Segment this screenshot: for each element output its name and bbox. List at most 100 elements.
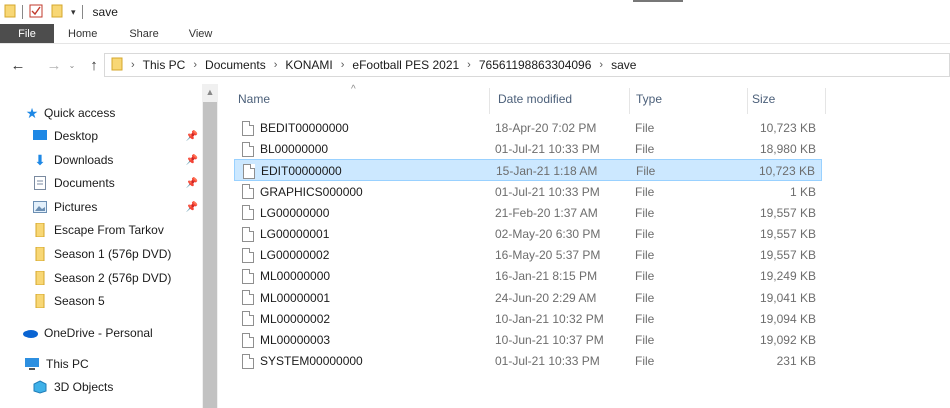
sidebar-item-label: Documents	[54, 176, 115, 190]
file-row[interactable]: LG00000000 21-Feb-20 1:37 AM File 19,557 KB	[234, 202, 822, 224]
file-date-modified: 16-May-20 5:37 PM	[495, 248, 601, 263]
sidebar-item-quick-access[interactable]: ★ Quick access	[24, 102, 226, 124]
tab-view[interactable]: View	[183, 24, 229, 43]
chevron-right-icon[interactable]: ›	[463, 59, 475, 71]
file-row[interactable]: EDIT00000000 15-Jan-21 1:18 AM File 10,723 …	[234, 159, 822, 182]
divider	[81, 5, 83, 19]
file-name: SYSTEM00000000	[260, 354, 363, 369]
scroll-thumb[interactable]	[203, 102, 217, 408]
sidebar-item-escape-from-tarkov[interactable]: Escape From Tarkov	[32, 219, 202, 241]
column-divider[interactable]	[825, 88, 826, 114]
column-header-name[interactable]: Name	[230, 84, 490, 114]
file-row[interactable]: ML00000000 16-Jan-21 8:15 PM File 19,249 KB	[234, 265, 822, 287]
tab-share[interactable]: Share	[119, 24, 182, 43]
file-name: ML00000003	[260, 333, 331, 347]
sidebar-item-partial	[32, 400, 202, 408]
breadcrumb-konami[interactable]: KONAMI	[281, 58, 336, 72]
pictures-icon	[32, 199, 48, 215]
sidebar-item-downloads[interactable]: ⬇ Downloads 📌	[32, 149, 202, 171]
sidebar-item-label: Season 5	[54, 294, 105, 308]
breadcrumb-save[interactable]: save	[607, 58, 640, 72]
scroll-up-icon[interactable]: ▲	[202, 84, 218, 100]
file-date-modified: 15-Jan-21 1:18 AM	[496, 164, 598, 179]
file-row[interactable]: ML00000002 10-Jan-21 10:32 PM File 19,094 K…	[234, 308, 822, 330]
new-folder-icon[interactable]	[51, 4, 63, 21]
sidebar-scrollbar[interactable]: ▲	[202, 84, 218, 408]
column-header-date-modified[interactable]: Date modified	[490, 84, 630, 114]
column-label: Size	[752, 92, 776, 106]
chevron-right-icon[interactable]: ›	[595, 59, 607, 71]
breadcrumb-documents[interactable]: Documents	[201, 58, 270, 72]
file-size: 1 KB	[789, 184, 816, 199]
sidebar-item-desktop[interactable]: Desktop 📌	[32, 125, 202, 147]
file-size: 19,557 KB	[759, 227, 816, 241]
chevron-right-icon[interactable]: ›	[189, 59, 201, 71]
file-type: File	[635, 269, 655, 284]
sidebar-item-season-2[interactable]: Season 2 (576p DVD)	[32, 267, 202, 289]
arrow-right-icon: →	[46, 56, 62, 74]
chevron-right-icon[interactable]: ›	[270, 59, 282, 71]
tab-home[interactable]: Home	[54, 24, 119, 43]
column-label: Date modified	[498, 92, 573, 106]
breadcrumb-efootball[interactable]: eFootball PES 2021	[348, 58, 463, 72]
sidebar-item-season-1[interactable]: Season 1 (576p DVD)	[32, 243, 202, 265]
file-name-cell: BEDIT00000000	[242, 117, 349, 139]
tab-file[interactable]: File	[0, 24, 54, 43]
chevron-right-icon[interactable]: ›	[127, 59, 139, 71]
sidebar-item-documents[interactable]: Documents 📌	[32, 172, 202, 194]
file-icon	[243, 163, 255, 179]
file-row[interactable]: BL00000000 01-Jul-21 10:33 PM File 18,980 K…	[234, 138, 822, 160]
file-row[interactable]: ML00000001 24-Jun-20 2:29 AM File 19,041 KB	[234, 287, 822, 309]
file-name-cell: ML00000000	[242, 265, 330, 287]
recent-locations-button[interactable]: ⌄	[66, 53, 78, 77]
file-row[interactable]: GRAPHICS000000 01-Jul-21 10:33 PM File 1 KB	[234, 181, 822, 203]
chevron-right-icon[interactable]: ›	[337, 59, 349, 71]
sidebar-item-pictures[interactable]: Pictures 📌	[32, 196, 202, 218]
file-row[interactable]: LG00000001 02-May-20 6:30 PM File 19,557 KB	[234, 223, 822, 245]
file-name: LG00000000	[260, 205, 330, 220]
file-name: ML00000000	[260, 269, 331, 284]
file-icon	[242, 184, 254, 200]
breadcrumb-steam-id[interactable]: 76561198863304096	[475, 58, 596, 72]
breadcrumb-this-pc[interactable]: This PC	[139, 58, 190, 72]
arrow-left-icon: ←	[10, 56, 26, 74]
column-label: Name	[238, 92, 271, 106]
file-icon	[242, 205, 254, 221]
file-type: File	[635, 184, 655, 199]
forward-button[interactable]: →	[42, 53, 66, 77]
sidebar-item-this-pc[interactable]: This PC	[24, 353, 202, 375]
properties-icon[interactable]	[29, 4, 43, 21]
sidebar-item-season-5[interactable]: Season 5	[32, 290, 202, 312]
file-name: LG00000002	[260, 248, 330, 263]
file-icon	[242, 353, 254, 369]
folder-icon	[32, 246, 48, 262]
folder-icon	[4, 4, 16, 21]
divider	[22, 5, 23, 19]
pin-icon: 📌	[185, 201, 198, 213]
file-name-cell: ML00000001	[242, 287, 330, 309]
file-name-cell: EDIT00000000	[243, 160, 342, 182]
sidebar-item-label: Quick access	[44, 106, 116, 120]
downloads-icon: ⬇	[34, 151, 46, 168]
file-row[interactable]: ML00000003 10-Jun-21 10:37 PM File 19,092 K…	[234, 329, 822, 351]
file-date-modified: 24-Jun-20 2:29 AM	[495, 290, 597, 305]
cloud-icon	[22, 325, 38, 341]
file-row[interactable]: LG00000002 16-May-20 5:37 PM File 19,557 KB	[234, 244, 822, 266]
sidebar-item-onedrive[interactable]: OneDrive - Personal	[22, 322, 202, 344]
file-row[interactable]: BEDIT00000000 18-Apr-20 7:02 PM File 10,723…	[234, 117, 822, 139]
file-type: File	[635, 354, 655, 369]
computer-icon	[24, 356, 40, 372]
back-button[interactable]: ←	[6, 53, 30, 77]
file-date-modified: 01-Jul-21 10:33 PM	[495, 354, 600, 369]
file-row[interactable]: SYSTEM00000000 01-Jul-21 10:33 PM File 231 …	[234, 350, 822, 372]
up-button[interactable]: ↑	[82, 53, 106, 77]
file-size: 19,092 KB	[759, 333, 816, 347]
file-name: LG00000001	[260, 227, 330, 241]
address-bar[interactable]: › This PC › Documents › KONAMI › eFootba…	[104, 53, 950, 77]
sidebar-item-3d-objects[interactable]: 3D Objects	[32, 376, 202, 398]
file-name: BL00000000	[260, 142, 329, 157]
desktop-icon	[32, 403, 48, 408]
column-header-type[interactable]: Type	[628, 84, 748, 114]
customize-quick-access-icon[interactable]: ▾	[71, 7, 76, 18]
column-header-size[interactable]: Size	[744, 84, 826, 114]
